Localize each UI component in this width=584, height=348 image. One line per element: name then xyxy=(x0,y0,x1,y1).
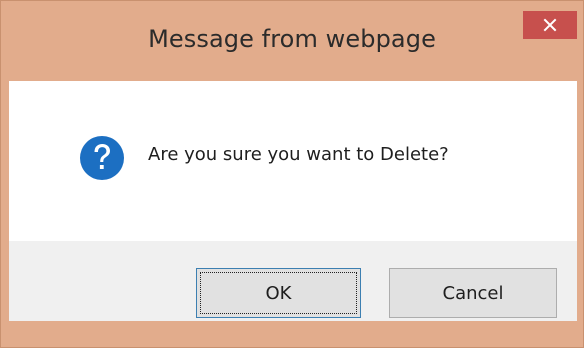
ok-button-label: OK xyxy=(265,282,292,304)
question-icon xyxy=(79,135,125,181)
ok-button[interactable]: OK xyxy=(196,268,361,318)
dialog-window: Message from webpage Are you sure you wa… xyxy=(0,0,584,348)
button-bar: OK Cancel xyxy=(9,241,577,321)
cancel-button[interactable]: Cancel xyxy=(389,268,557,318)
cancel-button-label: Cancel xyxy=(442,282,504,304)
close-icon xyxy=(543,18,557,32)
dialog-title: Message from webpage xyxy=(148,25,436,53)
dialog-body: Are you sure you want to Delete? xyxy=(9,81,577,241)
dialog-message: Are you sure you want to Delete? xyxy=(148,144,449,165)
close-button[interactable] xyxy=(523,11,577,39)
title-bar[interactable]: Message from webpage xyxy=(1,1,583,81)
